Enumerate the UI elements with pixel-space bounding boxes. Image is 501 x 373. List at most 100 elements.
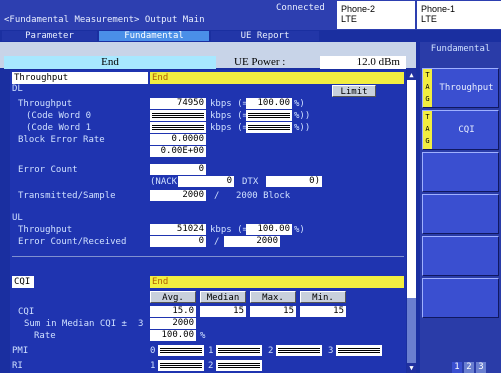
code-word-1-percent (246, 122, 292, 133)
error-count-label: Error Count (18, 165, 78, 175)
code-word-0-throughput (150, 110, 206, 121)
error-count-value: 0 (150, 164, 206, 175)
function-key-panel: Fundamental T A G Throughput T A G CQI (420, 42, 501, 373)
fkey-throughput-label: Throughput (439, 83, 494, 93)
pmi-index-3: 3 (328, 346, 334, 356)
code-word-0-kbps: kbps (= (210, 111, 248, 121)
fkey-throughput[interactable]: T A G Throughput (422, 68, 499, 108)
tab-fundamental[interactable]: Fundamental (99, 31, 209, 41)
phone2-status[interactable]: Phone-2 LTE (337, 1, 415, 29)
cqi-min-button[interactable]: Min. (300, 291, 346, 303)
pmi-value-3 (336, 345, 382, 356)
tab-parameter[interactable]: Parameter (2, 31, 97, 41)
code-word-0-label: (Code Word 0 (26, 111, 92, 121)
sum-median-cqi-range: 3 (138, 319, 144, 329)
ul-throughput-label: Throughput (18, 225, 73, 235)
ue-power-value: 12.0 dBm (320, 56, 406, 69)
phone1-status[interactable]: Phone-1 LTE (417, 1, 501, 29)
vertical-scrollbar[interactable]: ▲ ▼ (407, 70, 416, 373)
code-word-1-kbps: kbps (= (210, 123, 248, 133)
dl-throughput-label: Throughput (18, 99, 73, 109)
cqi-median-value: 15 (200, 306, 246, 317)
cqi-state-bar: End (150, 276, 404, 288)
dl-label: DL (12, 84, 23, 94)
ul-throughput-percent: 100.00 (246, 224, 292, 235)
fkey-3[interactable] (422, 152, 499, 192)
scrollbar-thumb[interactable] (407, 80, 416, 298)
dl-kbps-label: kbps (= (210, 99, 248, 109)
connection-status: Connected (276, 3, 325, 13)
screen-title: <Fundamental Measurement> Output Main (4, 15, 205, 25)
header-bar: <Fundamental Measurement> Output Main Co… (0, 0, 501, 30)
throughput-state-bar: End (150, 72, 404, 84)
pmi-value-1 (216, 345, 262, 356)
dl-percent-unit: %) (294, 99, 305, 109)
ul-error-value: 0 (150, 236, 206, 247)
ul-received-value: 2000 (224, 236, 280, 247)
cqi-section-header[interactable]: CQI (12, 276, 34, 288)
dtx-label: DTX (242, 177, 259, 187)
cqi-max-button[interactable]: Max. (250, 291, 296, 303)
fkey-4[interactable] (422, 194, 499, 234)
dl-throughput-value: 74950 (150, 98, 206, 109)
fkey-cqi-tag: T A G (423, 111, 432, 149)
fkey-6[interactable] (422, 278, 499, 318)
cqi-min-value: 15 (300, 306, 346, 317)
pmi-value-2 (276, 345, 322, 356)
ri-index-1: 1 (150, 361, 156, 371)
page-3-button[interactable]: 3 (476, 362, 486, 373)
nack-value: 0 (178, 176, 234, 187)
ul-kbps-label: kbps (= (210, 225, 248, 235)
scroll-down-arrow-icon[interactable]: ▼ (407, 363, 416, 373)
rate-label: Rate (34, 331, 56, 341)
transmitted-value: 2000 (150, 190, 206, 201)
bler-value: 0.0000 (150, 134, 206, 145)
phone1-tech: LTE (421, 14, 437, 24)
nack-label: (NACK (150, 177, 178, 187)
ri-label: RI (12, 361, 23, 371)
ul-error-separator: / (214, 237, 220, 247)
pmi-value-0 (158, 345, 204, 356)
function-panel-title: Fundamental (420, 42, 501, 68)
pmi-index-1: 1 (208, 346, 214, 356)
ue-power-label: UE Power : (234, 56, 286, 68)
pmi-index-0: 0 (150, 346, 156, 356)
fkey-cqi-label: CQI (458, 125, 475, 135)
ri-value-1 (158, 360, 204, 371)
phone2-name: Phone-2 (341, 4, 376, 14)
fkey-throughput-tag: T A G (423, 69, 432, 107)
fkey-5[interactable] (422, 236, 499, 276)
dl-throughput-percent: 100.00 (246, 98, 292, 109)
cqi-max-value: 15 (250, 306, 296, 317)
transmitted-label: Transmitted/Sample (18, 191, 116, 201)
phone2-tech: LTE (341, 14, 357, 24)
ul-percent-unit: %) (294, 225, 305, 235)
tab-ue-report[interactable]: UE Report (211, 31, 319, 41)
code-word-0-percent (246, 110, 292, 121)
page-1-button[interactable]: 1 (452, 362, 462, 373)
code-word-1-throughput (150, 122, 206, 133)
throughput-section-header[interactable]: Throughput (12, 72, 148, 84)
sample-count: 2000 Block (236, 191, 291, 201)
limit-button[interactable]: Limit (332, 85, 376, 97)
phone1-name: Phone-1 (421, 4, 456, 14)
ul-error-label: Error Count/Received (18, 237, 127, 247)
pmi-label: PMI (12, 346, 29, 356)
cqi-avg-button[interactable]: Avg. (150, 291, 196, 303)
ul-label: UL (12, 213, 23, 223)
sum-median-cqi-value: 2000 (150, 318, 196, 329)
code-word-0-suffix: %)) (294, 111, 311, 121)
transmitted-separator: / (214, 191, 220, 201)
fkey-cqi[interactable]: T A G CQI (422, 110, 499, 150)
bler-exp-value: 0.00E+00 (150, 146, 206, 157)
cqi-median-button[interactable]: Median (200, 291, 246, 303)
bler-label: Block Error Rate (18, 135, 105, 145)
ul-throughput-value: 51024 (150, 224, 206, 235)
cqi-avg-value: 15.0 (150, 306, 196, 317)
code-word-1-suffix: %)) (294, 123, 311, 133)
scroll-up-arrow-icon[interactable]: ▲ (407, 70, 416, 80)
measurement-panel: Throughput End DL Limit Throughput 74950… (10, 70, 406, 373)
cqi-label: CQI (18, 307, 35, 317)
page-2-button[interactable]: 2 (464, 362, 474, 373)
dtx-value: 0) (266, 176, 322, 187)
